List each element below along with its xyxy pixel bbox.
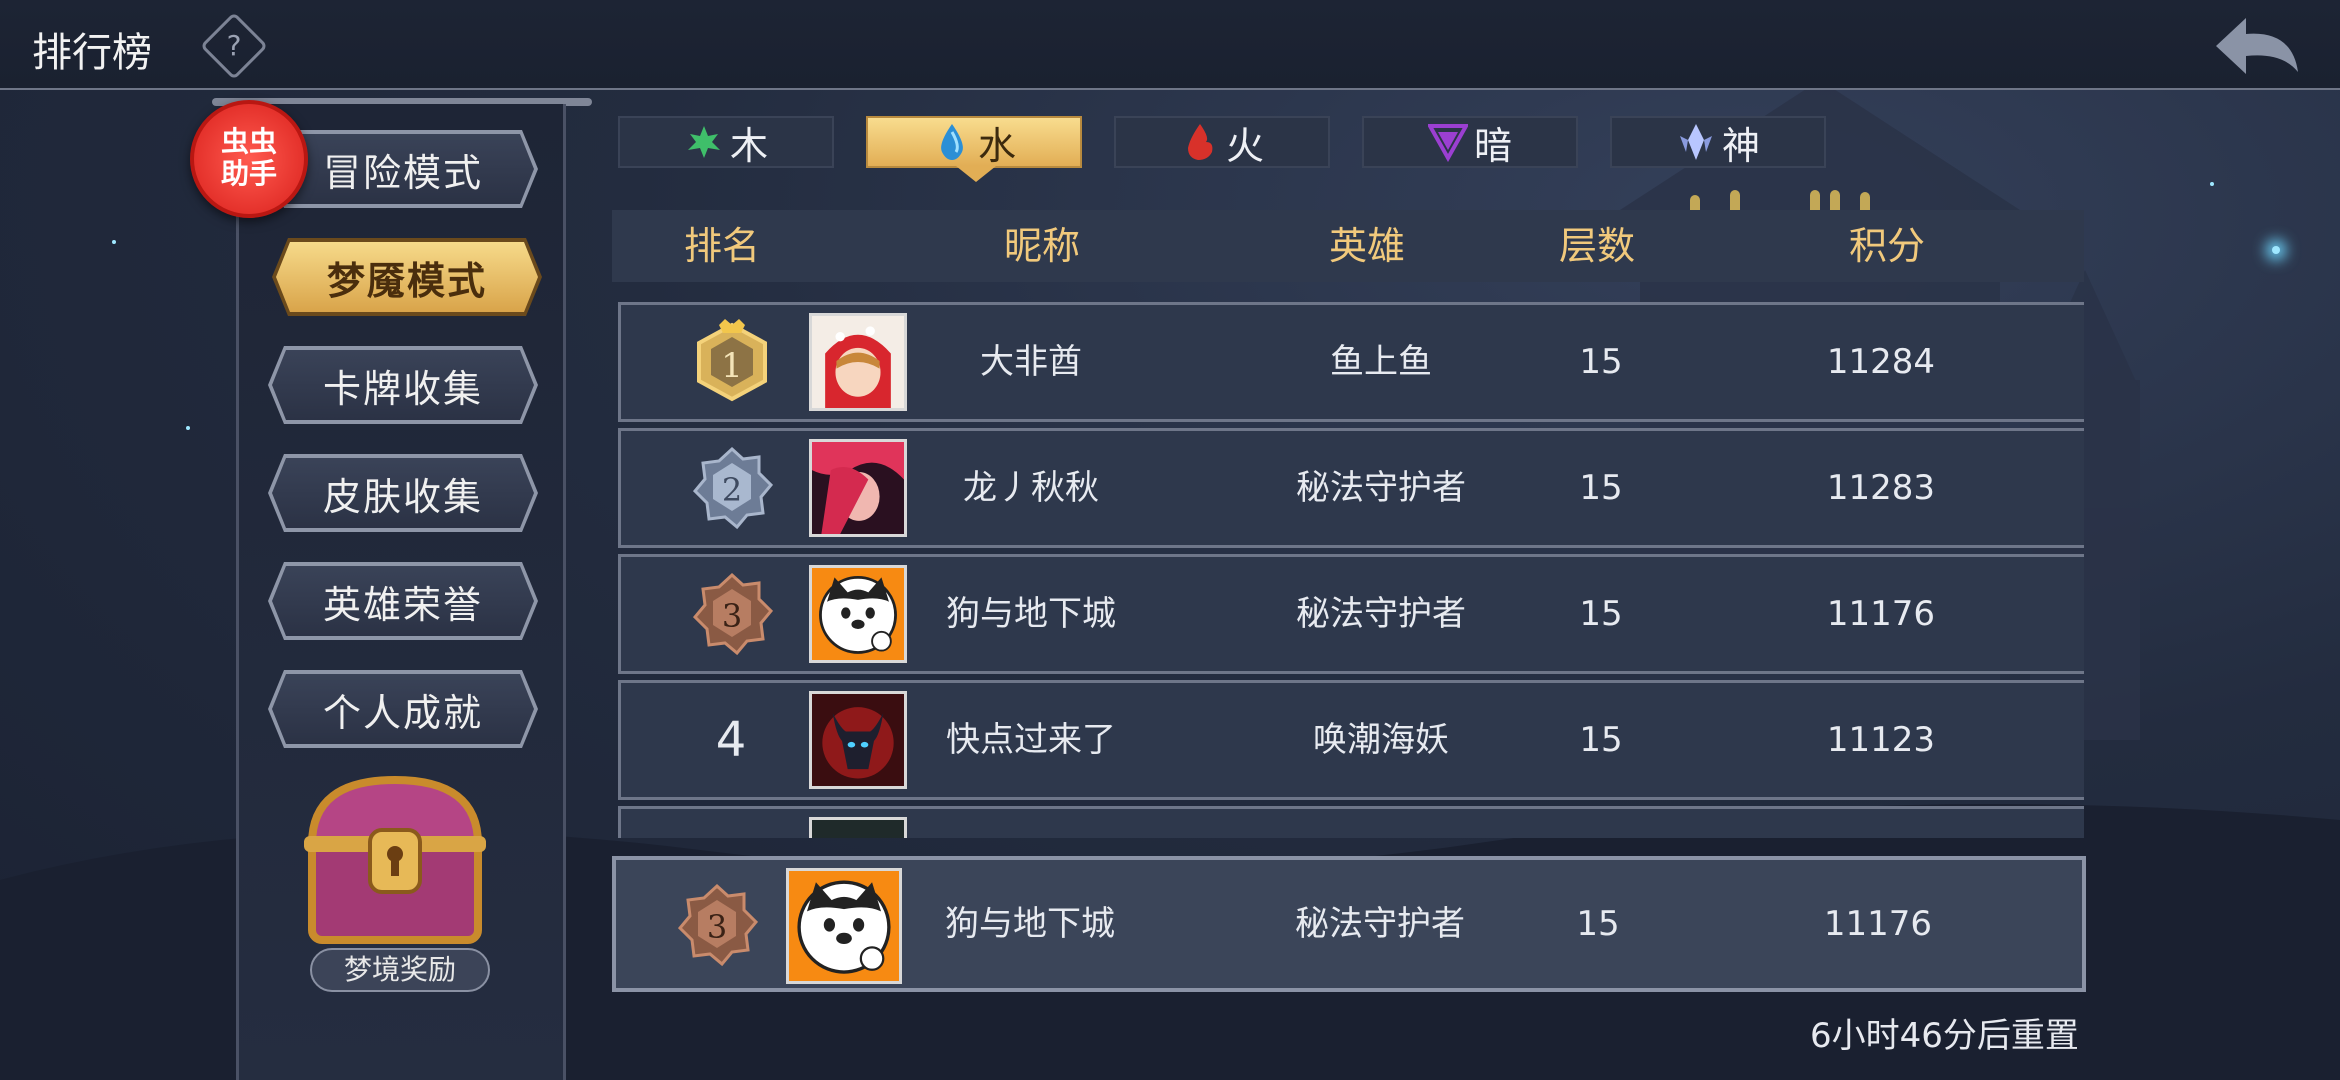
mode-label: 卡牌收集 xyxy=(272,350,534,420)
mode-personal-achievement-button[interactable]: 个人成就 xyxy=(268,670,538,748)
cell-score: 11176 xyxy=(1826,594,1936,634)
reset-countdown-text: 6小时46分后重置 xyxy=(1810,1016,2079,1056)
cell-rank: 4 xyxy=(715,712,747,768)
table-row[interactable]: 1 大非酋 鱼上鱼 15 11284 xyxy=(618,302,2084,422)
star-decoration xyxy=(2272,246,2280,254)
treasure-chest-icon[interactable] xyxy=(300,770,490,950)
cell-nickname: 大非酋 xyxy=(980,342,1082,382)
back-arrow-icon[interactable] xyxy=(2212,12,2302,80)
star-decoration xyxy=(112,240,116,244)
cell-floors: 15 xyxy=(1579,594,1623,634)
my-rank-row[interactable]: 3 狗与地下城 秘法守护者 15 11176 xyxy=(612,856,2086,992)
bronze-rank-medal-icon: 3 xyxy=(692,572,774,656)
header-hero: 英雄 xyxy=(1328,224,1405,268)
cell-hero: 秘法守护者 xyxy=(1296,468,1466,508)
table-row[interactable] xyxy=(618,806,2084,838)
tab-label: 火 xyxy=(1225,123,1264,168)
header-floors: 层数 xyxy=(1558,224,1635,268)
cell-floors: 15 xyxy=(1576,904,1620,944)
cell-hero: 唤潮海妖 xyxy=(1313,720,1449,760)
tab-dark[interactable]: 暗 xyxy=(1362,116,1578,168)
tab-wood[interactable]: 木 xyxy=(618,116,834,168)
mode-card-collection-button[interactable]: 卡牌收集 xyxy=(268,346,538,424)
tab-water[interactable]: 水 xyxy=(866,116,1082,182)
fire-icon xyxy=(1187,124,1213,160)
page-title: 排行榜 xyxy=(32,30,152,76)
table-row[interactable]: 2 龙丿秋秋 秘法守护者 15 11283 xyxy=(618,428,2084,548)
tab-label: 暗 xyxy=(1473,123,1512,168)
mode-label: 梦魇模式 xyxy=(276,242,538,312)
mode-label: 冒险模式 xyxy=(272,134,534,204)
cell-nickname: 狗与地下城 xyxy=(946,594,1116,634)
header-nickname: 昵称 xyxy=(1003,224,1080,268)
gold-rank-medal-icon: 1 xyxy=(697,319,767,402)
svg-text:3: 3 xyxy=(722,597,742,635)
svg-text:2: 2 xyxy=(722,471,742,509)
cell-hero: 秘法守护者 xyxy=(1296,594,1466,634)
mode-label: 皮肤收集 xyxy=(272,458,534,528)
star-decoration xyxy=(2210,182,2214,186)
star-decoration xyxy=(186,426,190,430)
badge-line2: 助手 xyxy=(220,157,277,190)
cell-nickname: 龙丿秋秋 xyxy=(963,468,1099,508)
dream-reward-label[interactable]: 梦境奖励 xyxy=(310,948,490,992)
mode-skin-collection-button[interactable]: 皮肤收集 xyxy=(268,454,538,532)
dark-triangle-icon xyxy=(1427,124,1468,162)
mode-label: 个人成就 xyxy=(272,674,534,744)
silver-rank-medal-icon: 2 xyxy=(692,446,774,530)
player-avatar-partial xyxy=(809,817,907,838)
cell-score: 11283 xyxy=(1826,468,1936,508)
table-row[interactable]: 4 快点过来了 唤潮海妖 15 11123 xyxy=(618,680,2084,800)
mode-label: 英雄荣誉 xyxy=(272,566,534,636)
cell-score: 11176 xyxy=(1823,904,1933,944)
cell-floors: 15 xyxy=(1579,720,1623,760)
header-score: 积分 xyxy=(1848,224,1925,268)
leaderboard-list[interactable]: 1 大非酋 鱼上鱼 15 11284 2 龙丿秋秋 秘法守护者 15 11283 xyxy=(612,298,2086,838)
divine-crystal-icon xyxy=(1679,124,1712,160)
cell-score: 11284 xyxy=(1826,342,1936,382)
cell-score: 11123 xyxy=(1826,720,1936,760)
tab-label: 神 xyxy=(1721,123,1760,168)
mode-nightmare-button[interactable]: 梦魇模式 xyxy=(272,238,542,316)
top-bar: 排行榜 ? xyxy=(0,0,2340,90)
chongchong-assistant-badge[interactable]: 虫虫 助手 xyxy=(190,100,308,218)
cell-hero: 秘法守护者 xyxy=(1295,904,1465,944)
cell-nickname: 狗与地下城 xyxy=(945,904,1115,944)
mode-adventure-button[interactable]: 冒险模式 xyxy=(268,130,538,208)
bronze-rank-medal-icon: 3 xyxy=(677,883,759,967)
tab-fire[interactable]: 火 xyxy=(1114,116,1330,168)
cell-floors: 15 xyxy=(1579,342,1623,382)
table-row[interactable]: 3 狗与地下城 秘法守护者 15 11176 xyxy=(618,554,2084,674)
question-diamond-icon[interactable]: ? xyxy=(200,12,268,80)
tab-divine[interactable]: 神 xyxy=(1610,116,1826,168)
mode-hero-honor-button[interactable]: 英雄荣誉 xyxy=(268,562,538,640)
tab-label: 水 xyxy=(977,123,1016,168)
cell-floors: 15 xyxy=(1579,468,1623,508)
svg-text:3: 3 xyxy=(707,908,727,946)
svg-text:1: 1 xyxy=(721,346,743,386)
cell-nickname: 快点过来了 xyxy=(946,720,1116,760)
header-rank: 排名 xyxy=(683,224,760,268)
cell-hero: 鱼上鱼 xyxy=(1330,342,1432,382)
leaf-icon xyxy=(687,126,720,158)
tab-label: 木 xyxy=(729,123,768,168)
leaderboard-header: 排名 昵称 英雄 层数 积分 xyxy=(612,210,2084,282)
badge-line1: 虫虫 xyxy=(220,125,277,158)
water-drop-icon xyxy=(941,124,963,160)
